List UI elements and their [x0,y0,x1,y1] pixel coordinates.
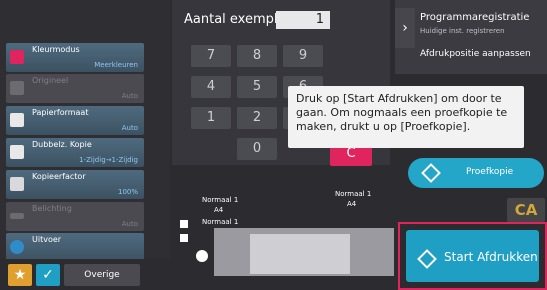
paper-icon [10,113,24,127]
tray-icon [180,220,188,228]
key-5[interactable]: 5 [237,76,277,98]
copies-input[interactable]: 1 [276,11,330,29]
key-9[interactable]: 9 [283,45,323,67]
duplex-button[interactable]: Dubbelz. Kopie 1-Zijdig→1-Zijdig [6,138,144,167]
chevron-right-icon[interactable]: › [395,8,415,48]
zoom-button[interactable]: Kopieerfactor 100% [6,170,144,199]
key-2[interactable]: 2 [237,107,277,129]
key-7[interactable]: 7 [191,45,231,67]
key-0[interactable]: 0 [237,138,277,160]
zoom-icon [10,177,24,191]
key-8[interactable]: 8 [237,45,277,67]
other-button[interactable]: Overige [64,264,140,286]
original-button: Origineel Auto [6,74,144,103]
exposure-icon [10,213,24,219]
original-icon [10,81,24,95]
paper-trays-illustration [250,234,350,274]
program-registration[interactable]: Programmaregistratie [420,12,529,23]
clear-all-button[interactable]: CA [507,198,545,222]
color-mode-button[interactable]: Kleurmodus Meerkleuren [6,43,144,72]
proefkopie-button[interactable]: Proefkopie [408,158,544,188]
program-registration-sub: Huidige inst. registreren [420,27,505,35]
star-icon[interactable]: ★ [8,264,32,286]
diamond-icon [421,163,441,183]
copies-label: Aantal exempl. [184,12,282,27]
diamond-icon [417,249,437,269]
start-print-button[interactable]: Start Afdrukken [406,230,539,282]
exposure-button: Belichting Auto [6,202,144,231]
start-print-highlight: Start Afdrukken [398,222,547,290]
output-icon [10,240,24,254]
check-icon[interactable]: ✓ [36,264,60,286]
print-position[interactable]: Afdrukpositie aanpassen [420,49,531,59]
duplex-icon [10,145,24,159]
cursor-icon [196,250,208,262]
key-1[interactable]: 1 [191,107,231,129]
paper-size-button[interactable]: Papierformaat Auto [6,106,144,135]
tray-icon [180,234,188,242]
bottom-bar: ★ ✓ Overige [0,259,170,290]
color-mode-icon [10,50,24,64]
key-4[interactable]: 4 [191,76,231,98]
output-button[interactable]: Uitvoer [6,233,144,262]
instruction-tooltip: Druk op [Start Afdrukken] om door te gaa… [288,86,524,148]
